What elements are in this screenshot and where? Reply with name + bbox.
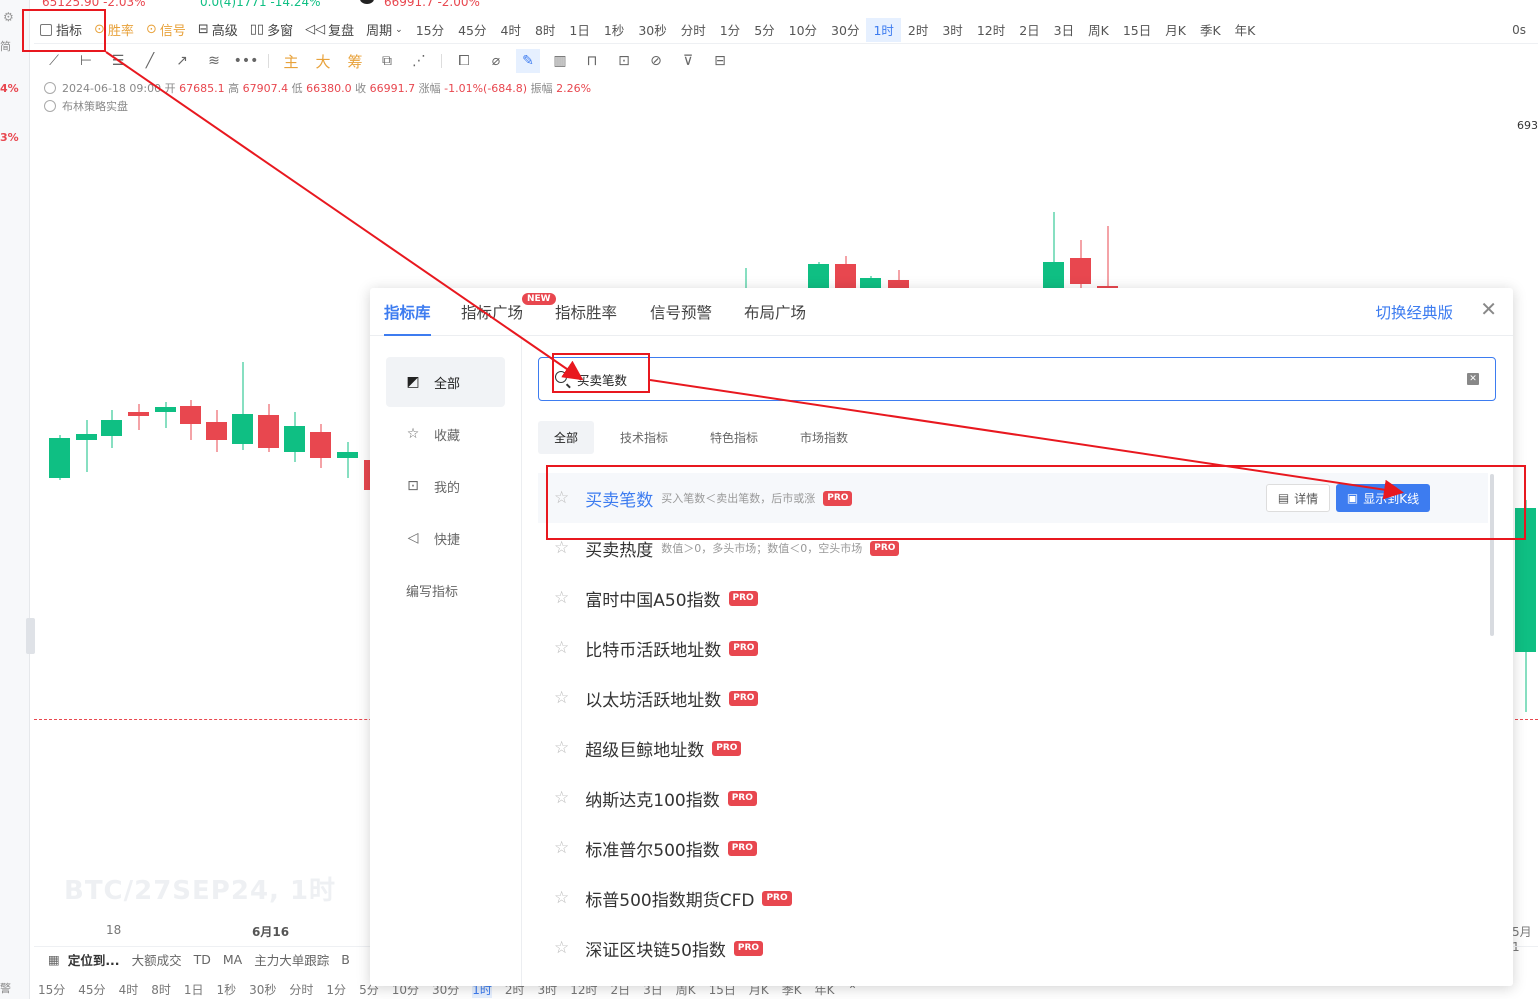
annotation-arrows — [105, 51, 1404, 500]
annotation-arrow — [105, 51, 584, 381]
trading-app: ⚙ 简 4% 3% 警 65125.90 -2.03% 0.0(4)1771 -… — [0, 0, 1538, 999]
annotation-arrow — [649, 379, 1404, 500]
